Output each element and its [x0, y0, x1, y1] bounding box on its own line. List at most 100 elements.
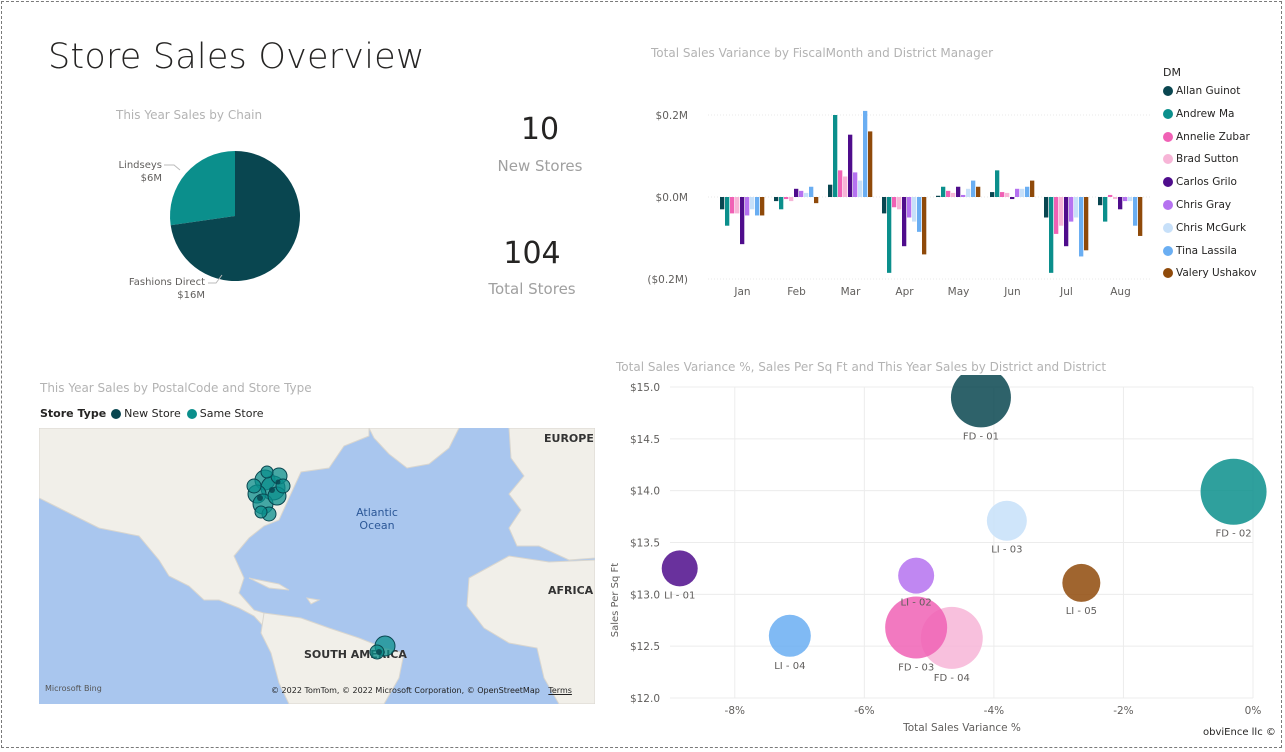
pie-slice-lindseys[interactable] [170, 151, 235, 226]
bar-mar-carlos-grilo[interactable] [848, 134, 853, 197]
bar-apr-brad-sutton[interactable] [897, 197, 902, 210]
bar-mar-brad-sutton[interactable] [843, 176, 848, 198]
bar-jul-carlos-grilo[interactable] [1064, 197, 1069, 247]
bar-mar-annelie-zubar[interactable] [838, 170, 843, 197]
bar-jan-brad-sutton[interactable] [735, 197, 740, 214]
bar-may-andrew-ma[interactable] [941, 186, 946, 197]
bar-feb-allan-guinot[interactable] [774, 197, 779, 202]
bar-jun-valery-ushakov[interactable] [1030, 180, 1035, 197]
bar-mar-andrew-ma[interactable] [833, 115, 838, 197]
bar-feb-chris-mcgurk[interactable] [804, 192, 809, 197]
bar-feb-annelie-zubar[interactable] [784, 197, 789, 200]
scatter-point-fd-02[interactable] [1200, 458, 1267, 525]
map-terms-link[interactable]: Terms [548, 686, 572, 695]
bar-legend-item[interactable]: Annelie Zubar [1163, 131, 1250, 143]
bar-jul-chris-mcgurk[interactable] [1074, 197, 1079, 218]
store-map[interactable]: EUROPE AFRICA SOUTH AMERICA Atlantic Oce… [39, 428, 595, 704]
bar-may-allan-guinot[interactable] [936, 195, 941, 197]
bar-jun-annelie-zubar[interactable] [1000, 192, 1005, 197]
bar-chart[interactable]: $0.2M $0.0M ($0.2M) Jan Feb Mar Apr May Jun Jul A… [640, 95, 1160, 305]
bar-mar-valery-ushakov[interactable] [868, 131, 873, 197]
scatter-point-li-01[interactable] [661, 550, 698, 587]
bar-jun-allan-guinot[interactable] [990, 192, 995, 197]
bar-may-carlos-grilo[interactable] [956, 186, 961, 197]
pie-chart[interactable]: Lindseys $6M Fashions Direct $16M [100, 140, 320, 300]
bar-jan-andrew-ma[interactable] [725, 197, 730, 226]
scatter-y-tick: $12.5 [630, 641, 660, 653]
bar-jul-tina-lassila[interactable] [1079, 197, 1084, 257]
bar-jul-andrew-ma[interactable] [1049, 197, 1054, 273]
bar-may-valery-ushakov[interactable] [976, 186, 981, 197]
bar-jan-valery-ushakov[interactable] [760, 197, 765, 216]
bar-aug-chris-mcgurk[interactable] [1128, 197, 1133, 202]
scatter-y-tick: $14.0 [630, 486, 660, 498]
bar-jan-chris-gray[interactable] [745, 197, 750, 216]
bar-feb-carlos-grilo[interactable] [794, 188, 799, 197]
bar-apr-andrew-ma[interactable] [887, 197, 892, 273]
bar-legend-item[interactable]: Andrew Ma [1163, 108, 1234, 120]
bar-jun-andrew-ma[interactable] [995, 170, 1000, 197]
scatter-chart[interactable]: $12.0 $12.5 $13.0 $13.5 $14.0 $14.5 $15.0 -8% -6… [600, 375, 1280, 745]
bar-feb-andrew-ma[interactable] [779, 197, 784, 210]
bar-apr-tina-lassila[interactable] [917, 197, 922, 232]
bar-jan-chris-mcgurk[interactable] [750, 197, 755, 210]
bar-aug-brad-sutton[interactable] [1113, 197, 1118, 200]
bar-jul-brad-sutton[interactable] [1059, 197, 1064, 226]
bar-aug-chris-gray[interactable] [1123, 197, 1128, 202]
scatter-point-li-04[interactable] [768, 614, 811, 657]
bar-jun-chris-gray[interactable] [1015, 188, 1020, 197]
bar-jun-tina-lassila[interactable] [1025, 186, 1030, 197]
bar-legend-item[interactable]: Allan Guinot [1163, 85, 1240, 97]
bar-feb-tina-lassila[interactable] [809, 186, 814, 197]
bar-may-chris-gray[interactable] [961, 194, 966, 197]
bar-legend-title: DM [1163, 66, 1181, 79]
bar-may-annelie-zubar[interactable] [946, 190, 951, 197]
bar-aug-allan-guinot[interactable] [1098, 197, 1103, 206]
bar-apr-chris-gray[interactable] [907, 197, 912, 218]
bar-jul-allan-guinot[interactable] [1044, 197, 1049, 218]
bar-legend-item[interactable]: Chris Gray [1163, 199, 1231, 211]
bar-jun-chris-mcgurk[interactable] [1020, 188, 1025, 197]
bar-aug-valery-ushakov[interactable] [1138, 197, 1143, 236]
bar-legend-item[interactable]: Carlos Grilo [1163, 176, 1237, 188]
bar-feb-brad-sutton[interactable] [789, 197, 794, 202]
scatter-point-li-05[interactable] [1062, 563, 1101, 602]
bar-may-chris-mcgurk[interactable] [966, 188, 971, 197]
bar-apr-valery-ushakov[interactable] [922, 197, 927, 255]
bar-may-tina-lassila[interactable] [971, 180, 976, 197]
bar-jun-carlos-grilo[interactable] [1010, 197, 1015, 200]
bar-jul-annelie-zubar[interactable] [1054, 197, 1059, 234]
bar-feb-valery-ushakov[interactable] [814, 197, 819, 204]
bar-apr-annelie-zubar[interactable] [892, 197, 897, 208]
scatter-x-tick: 0% [1245, 705, 1262, 717]
bar-jan-carlos-grilo[interactable] [740, 197, 745, 245]
bar-aug-carlos-grilo[interactable] [1118, 197, 1123, 210]
bar-jan-allan-guinot[interactable] [720, 197, 725, 210]
bar-mar-tina-lassila[interactable] [863, 110, 868, 197]
bar-legend-item[interactable]: Valery Ushakov [1163, 267, 1257, 279]
bar-may-brad-sutton[interactable] [951, 192, 956, 197]
bar-aug-andrew-ma[interactable] [1103, 197, 1108, 222]
bar-mar-chris-gray[interactable] [853, 172, 858, 197]
bar-legend-item[interactable]: Chris McGurk [1163, 222, 1246, 234]
bar-x-tick-apr: Apr [895, 286, 914, 298]
bar-apr-chris-mcgurk[interactable] [912, 197, 917, 222]
bar-jul-valery-ushakov[interactable] [1084, 197, 1089, 251]
bar-feb-chris-gray[interactable] [799, 190, 804, 197]
bar-legend-item[interactable]: Brad Sutton [1163, 153, 1239, 165]
scatter-point-fd-01[interactable] [950, 375, 1011, 428]
bar-mar-chris-mcgurk[interactable] [858, 180, 863, 197]
bar-mar-allan-guinot[interactable] [828, 184, 833, 197]
bar-jul-chris-gray[interactable] [1069, 197, 1074, 222]
bar-apr-carlos-grilo[interactable] [902, 197, 907, 247]
bar-legend-item[interactable]: Tina Lassila [1163, 245, 1237, 257]
bar-jan-tina-lassila[interactable] [755, 197, 760, 216]
bar-jan-annelie-zubar[interactable] [730, 197, 735, 214]
map-bubbles[interactable] [39, 428, 595, 704]
bar-aug-annelie-zubar[interactable] [1108, 194, 1113, 197]
bar-aug-tina-lassila[interactable] [1133, 197, 1138, 226]
bar-jun-brad-sutton[interactable] [1005, 192, 1010, 197]
scatter-point-li-03[interactable] [986, 500, 1027, 541]
bar-apr-allan-guinot[interactable] [882, 197, 887, 214]
scatter-point-li-02[interactable] [898, 557, 935, 594]
